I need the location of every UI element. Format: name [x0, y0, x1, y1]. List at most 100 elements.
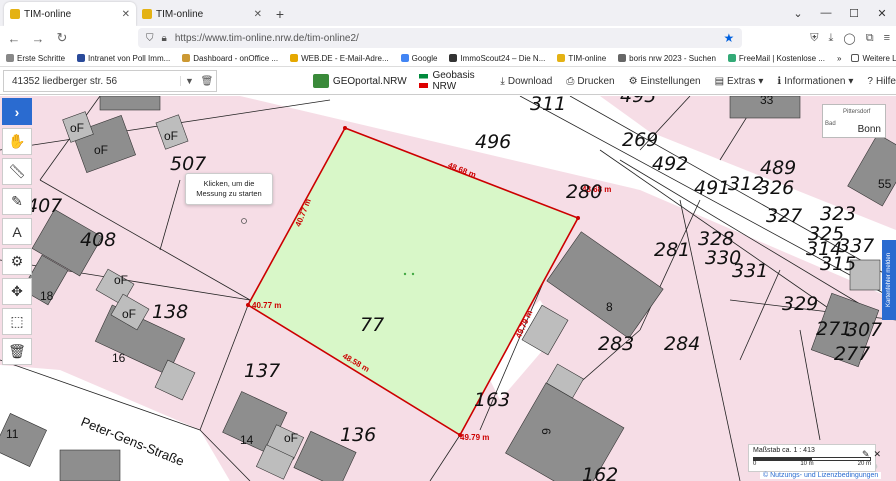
scale-tick: 20 m [857, 461, 871, 467]
select-layers-icon[interactable]: ⬚ [2, 308, 32, 335]
parcel-number: 269 [622, 129, 658, 151]
building-label: 33 [760, 96, 774, 107]
new-tab-button[interactable]: + [268, 2, 292, 26]
help-icon: ? [867, 75, 873, 87]
license-link[interactable]: © Nutzungs- und Lizenzbedingungen [760, 472, 882, 479]
building-label: 11 [6, 427, 19, 441]
bookmark-item[interactable]: TIM-online [557, 54, 606, 63]
parcel-number: 138 [152, 301, 188, 323]
parcel-number: 496 [475, 131, 511, 153]
browser-tab-active[interactable]: TIM-online ✕ [4, 2, 136, 26]
bookmarks-right: » Weitere Lesezeichen [837, 54, 896, 63]
gear-icon: ⚙ [628, 75, 638, 87]
extras-menu[interactable]: ▤ Extras ▾ [715, 76, 764, 87]
tab-list-icon[interactable]: ⌄ [784, 7, 812, 20]
bookmark-item[interactable]: FreeMail | Kostenlose ... [727, 54, 825, 63]
measure-left-corner: 40.77 m [252, 301, 281, 310]
bookmark-item[interactable]: ImmoScout24 – Die N... [449, 54, 545, 63]
parcel-number: 326 [758, 177, 794, 199]
close-tab-icon[interactable]: ✕ [254, 9, 262, 20]
pocket-icon[interactable]: ⛨ [810, 32, 818, 45]
trash-icon[interactable]: 🗑︎ [2, 338, 32, 365]
tool-menu: ⤓ Download ⎙ Drucken ⚙ Einstellungen ▤ Extra… [500, 76, 896, 87]
trash-icon[interactable]: 🗑︎ [198, 76, 216, 87]
webde-icon [290, 54, 299, 62]
report-error-tab[interactable]: Kartenfehler melden [882, 240, 896, 320]
measure-ruler-icon[interactable]: 📏︎ [2, 158, 32, 185]
print-menu[interactable]: ⎙ Drucken [566, 76, 614, 87]
menu-icon[interactable]: ≡ [884, 32, 890, 45]
parcel-number: 492 [652, 153, 688, 175]
cursor-marker [241, 218, 247, 224]
parcel-number: 137 [244, 360, 280, 382]
geoportal-logo[interactable]: GEOportal.NRW [312, 74, 407, 88]
building-label: 55 [878, 177, 892, 191]
move-arrows-icon[interactable]: ✥ [2, 278, 32, 305]
maximize-icon[interactable]: ☐ [840, 7, 868, 20]
measure-bottom-corner: 49.79 m [460, 433, 489, 442]
bookmark-item[interactable]: boris nrw 2023 - Suchen [618, 54, 716, 63]
bookmark-item[interactable]: Google [400, 54, 437, 63]
text-tool-icon[interactable]: A [2, 218, 32, 245]
parcel-number: 331 [732, 260, 768, 282]
globe-icon [6, 54, 14, 62]
geoportal-icon [312, 74, 329, 88]
bookmark-item[interactable]: Dashboard - onOffice ... [182, 54, 278, 63]
minimize-icon[interactable]: — [812, 7, 840, 19]
back-icon[interactable]: ← [6, 31, 22, 46]
close-tab-icon[interactable]: ✕ [122, 9, 130, 20]
extensions-icon[interactable]: ⧉ [866, 32, 874, 45]
bookmark-star-icon[interactable]: ★ [724, 31, 735, 45]
account-icon[interactable]: ◯ [843, 32, 855, 45]
download-icon[interactable]: ⤓ [829, 32, 834, 45]
parcel-number: 277 [834, 343, 870, 365]
building-label: oF [164, 129, 178, 143]
bookmark-item[interactable]: WEB.DE - E-Mail-Adre... [290, 54, 389, 63]
map-canvas[interactable]: 48.68 m 48.68 m 40.77 m 40.77 m 48.58 m … [0, 96, 896, 481]
building-label: 16 [112, 351, 126, 365]
info-menu[interactable]: ℹ Informationen ▾ [777, 76, 853, 87]
overview-map[interactable]: Pittersdorf Bad Bonn [822, 104, 886, 138]
scale-label: Maßstab ca. 1 : 413 [753, 447, 815, 454]
tooltip-line: Messung zu starten [196, 189, 262, 198]
chevron-down-icon: ▾ [758, 75, 764, 87]
parcel-number: 323 [820, 203, 856, 225]
intranet-icon [77, 54, 86, 62]
building-label: oF [94, 143, 108, 157]
close-window-icon[interactable]: ✕ [868, 7, 896, 20]
edit-icon[interactable]: ✎ [862, 449, 870, 460]
draw-pen-icon[interactable]: ✎ [2, 188, 32, 215]
lock-icon: 🔒︎ [161, 32, 167, 44]
download-icon: ⤓ [500, 75, 505, 87]
url-bar[interactable]: ⛉ 🔒︎ https://www.tim-online.nrw.de/tim-o… [138, 28, 743, 48]
parcel-number: 408 [80, 229, 116, 251]
parcel-number: 162 [582, 464, 618, 481]
expand-panel-button[interactable]: › [2, 98, 32, 125]
tools-icon[interactable]: ✕ [874, 449, 882, 460]
reload-icon[interactable]: ↻ [54, 30, 70, 46]
bookmark-item[interactable]: Erste Schritte [6, 54, 65, 63]
help-menu[interactable]: ? Hilfe [867, 76, 896, 87]
window-controls: ⌄ — ☐ ✕ [784, 0, 896, 26]
measured-parcel[interactable] [246, 127, 580, 437]
address-search[interactable]: 41352 liedberger str. 56 ▼ 🗑︎ [3, 70, 217, 92]
scale-tools: ✎ ✕ [862, 449, 881, 460]
chevron-right-icon[interactable]: » [837, 54, 841, 63]
bookmark-item[interactable]: Intranet von Poll Imm... [77, 54, 170, 63]
download-menu[interactable]: ⤓ Download [500, 76, 552, 87]
forward-icon[interactable]: → [30, 31, 46, 46]
pan-hand-icon[interactable]: ✋ [2, 128, 32, 155]
search-input[interactable]: 41352 liedberger str. 56 [4, 76, 180, 87]
minimap-place-label: Pittersdorf [843, 109, 871, 115]
tim-favicon-icon [557, 54, 566, 62]
browser-tab[interactable]: TIM-online ✕ [136, 2, 268, 26]
geobasis-logo[interactable]: Geobasis NRW [418, 70, 489, 92]
chevron-down-icon[interactable]: ▼ [179, 76, 198, 86]
freemail-icon [727, 54, 736, 62]
search-icon [618, 54, 627, 62]
cadastral-map: 48.68 m 48.68 m 40.77 m 40.77 m 48.58 m … [0, 96, 896, 481]
parcel-number: 311 [530, 96, 566, 115]
settings-menu[interactable]: ⚙ Einstellungen [629, 76, 701, 87]
settings-tool-icon[interactable]: ⚙ [2, 248, 32, 275]
bookmark-folder[interactable]: Weitere Lesezeichen [851, 54, 896, 63]
